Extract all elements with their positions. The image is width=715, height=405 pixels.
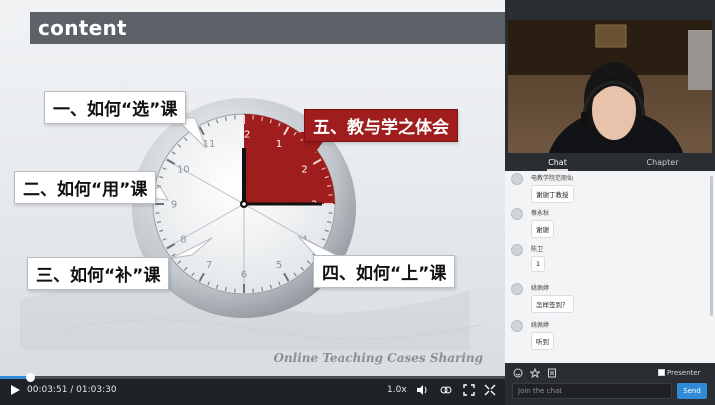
presenter-video-image bbox=[508, 20, 712, 153]
callout-teaching-reflection: 五、教与学之体会 bbox=[304, 109, 458, 142]
tab-chapter[interactable]: Chapter bbox=[610, 156, 715, 169]
clock-number: 8 bbox=[180, 235, 186, 246]
chat-username: 陈卫 bbox=[531, 246, 544, 253]
fullscreen-icon[interactable] bbox=[463, 384, 475, 396]
callout-choose-course: 一、如何“选”课 bbox=[44, 91, 187, 124]
avatar bbox=[511, 244, 523, 256]
video-area[interactable]: content 12 1 2 5 6 7 8 9 10 11 一、如何“选”课 … bbox=[0, 0, 505, 376]
presenter-camera bbox=[508, 20, 712, 153]
chat-username: 姚佩婷 bbox=[531, 322, 550, 329]
presenter-label: Presenter bbox=[667, 369, 701, 377]
avatar bbox=[511, 208, 523, 220]
play-icon[interactable] bbox=[9, 384, 21, 396]
sidebar-tabs: Chat Chapter bbox=[505, 156, 715, 171]
avatar bbox=[511, 173, 523, 185]
presenter-checkbox[interactable] bbox=[658, 369, 665, 376]
time-display: 00:03:51 / 01:03:30 bbox=[27, 385, 117, 395]
chat-username: 电教学院范丽仙 bbox=[531, 175, 574, 182]
playback-speed[interactable]: 1.0x bbox=[387, 385, 407, 395]
tab-chat[interactable]: Chat bbox=[505, 156, 610, 171]
clock-number: 5 bbox=[276, 260, 282, 271]
progress-knob[interactable] bbox=[26, 373, 36, 382]
avatar bbox=[511, 283, 523, 295]
expand-icon[interactable] bbox=[484, 384, 496, 396]
chat-panel: 电教学院范丽仙 谢谢丁教授 蔡永秋 谢谢 陈卫 1 姚佩婷 怎样签到？ 姚佩婷 bbox=[505, 171, 715, 363]
callout-use-course: 二、如何“用”课 bbox=[14, 171, 157, 204]
progress-bar[interactable] bbox=[0, 373, 505, 382]
avatar bbox=[511, 320, 523, 332]
send-button[interactable]: Send bbox=[677, 383, 707, 399]
clock-number: 9 bbox=[171, 200, 177, 211]
volume-icon[interactable] bbox=[416, 384, 428, 396]
chat-scrollbar[interactable] bbox=[710, 176, 713, 316]
chat-input[interactable]: Join the chat bbox=[512, 383, 672, 399]
document-icon[interactable] bbox=[547, 368, 557, 378]
chat-bubble: 谢谢丁教授 bbox=[531, 185, 574, 203]
player-controls: 00:03:51 / 01:03:30 1.0x bbox=[0, 373, 505, 405]
emoji-icon[interactable] bbox=[513, 368, 523, 378]
chat-toolbar: Presenter Join the chat Send bbox=[505, 363, 715, 405]
chat-username: 蔡永秋 bbox=[531, 210, 550, 217]
chat-bubble: 怎样签到？ bbox=[531, 295, 574, 313]
clock-number: 6 bbox=[241, 270, 247, 281]
sidebar: Chat Chapter 电教学院范丽仙 谢谢丁教授 蔡永秋 谢谢 陈卫 1 姚… bbox=[505, 0, 715, 405]
sharing-icon[interactable] bbox=[440, 384, 452, 396]
clock-number: 12 bbox=[238, 130, 251, 141]
clock-number: 7 bbox=[206, 260, 212, 271]
clock-number: 1 bbox=[276, 139, 282, 150]
star-icon[interactable] bbox=[530, 368, 540, 378]
callout-supplement-course: 三、如何“补”课 bbox=[27, 257, 170, 290]
screen: content 12 1 2 5 6 7 8 9 10 11 一、如何“选”课 … bbox=[0, 0, 715, 405]
chat-bubble: 听到 bbox=[531, 332, 554, 350]
clock-number: 10 bbox=[177, 165, 190, 176]
chat-bubble: 1 bbox=[531, 256, 546, 272]
clock-number: 2 bbox=[301, 165, 307, 176]
callout-deliver-course: 四、如何“上”课 bbox=[313, 255, 456, 288]
slide-watermark: Online Teaching Cases Sharing bbox=[273, 351, 484, 365]
chat-username: 姚佩婷 bbox=[531, 285, 550, 292]
chat-bubble: 谢谢 bbox=[531, 220, 554, 238]
